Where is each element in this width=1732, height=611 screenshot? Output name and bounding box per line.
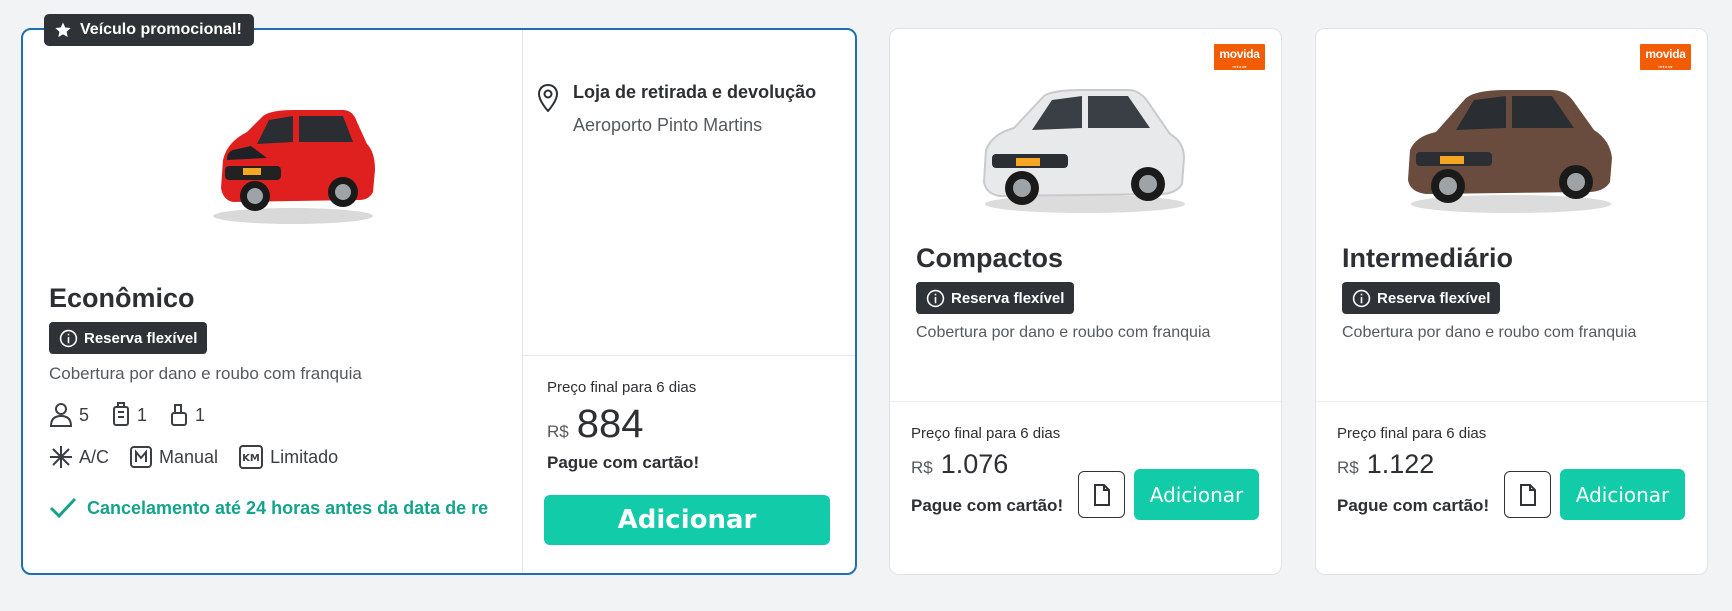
price: R$ 884 <box>547 402 644 446</box>
document-icon <box>1093 483 1110 506</box>
category-title: Compactos <box>916 243 1064 273</box>
specs-row-1: 5 1 1 <box>49 402 227 428</box>
person-icon <box>49 403 73 427</box>
coverage-text: Cobertura por dano e roubo com franquia <box>916 324 1211 341</box>
category-title: Econômico <box>49 283 195 313</box>
badge-label: Reserva flexível <box>84 329 198 347</box>
location-pin-icon <box>537 84 559 112</box>
price-divider <box>523 355 855 356</box>
car-image-economico <box>213 110 375 224</box>
payment-note: Pague com cartão! <box>911 496 1064 515</box>
document-icon <box>1519 483 1536 506</box>
details-button[interactable] <box>1078 471 1125 518</box>
snowflake-icon <box>50 446 72 468</box>
movida-logo: movida rent a car <box>1214 44 1265 70</box>
price: R$ 1.076 <box>911 449 1009 479</box>
promo-label: Veículo promocional! <box>80 21 242 38</box>
car-image-compactos <box>982 89 1186 213</box>
featured-car-card: Econômico Reserva flexível Cobertura por… <box>21 28 857 575</box>
price-divider <box>1316 401 1707 402</box>
car-card-compactos: movida rent a car Compactos Reserva flexí… <box>889 28 1282 575</box>
seats-spec: 5 <box>49 402 89 428</box>
svg-text:KM: KM <box>242 453 260 464</box>
badge-label: Reserva flexível <box>1377 289 1491 307</box>
star-icon <box>55 22 71 38</box>
mileage-spec: KM Limitado <box>238 444 338 470</box>
flexible-booking-badge[interactable]: Reserva flexível <box>1342 282 1501 314</box>
coverage-text: Cobertura por dano e roubo com franquia <box>49 364 362 383</box>
cancellation-policy: Cancelamento até 24 horas antes da data … <box>49 496 519 520</box>
add-button[interactable]: Adicionar <box>1560 469 1685 520</box>
details-button[interactable] <box>1504 471 1551 518</box>
info-icon <box>1352 289 1371 307</box>
coverage-text: Cobertura por dano e roubo com franquia <box>1342 324 1637 341</box>
promo-tag: Veículo promocional! <box>44 14 254 46</box>
payment-note: Pague com cartão! <box>1337 496 1490 515</box>
price-label: Preço final para 6 dias <box>1337 425 1487 442</box>
add-button[interactable]: Adicionar <box>1134 469 1259 520</box>
km-icon: KM <box>239 445 264 469</box>
large-bag-spec: 1 <box>111 402 147 428</box>
pickup-location: Loja de retirada e devolução Aeroporto P… <box>537 82 816 136</box>
info-icon <box>926 289 945 307</box>
specs-row-2: A/C Manual KM Limitado <box>49 444 360 470</box>
movida-logo: movida rent a car <box>1640 44 1691 70</box>
bag-icon <box>171 404 188 426</box>
flexible-booking-badge[interactable]: Reserva flexível <box>49 322 208 354</box>
card-divider <box>522 30 523 573</box>
price-amount: 1.122 <box>1366 449 1435 479</box>
price-label: Preço final para 6 dias <box>911 425 1061 442</box>
transmission-spec: Manual <box>129 445 218 469</box>
manual-gear-icon <box>130 446 153 468</box>
info-icon <box>59 329 78 347</box>
luggage-icon <box>113 402 130 426</box>
price: R$ 1.122 <box>1337 449 1435 479</box>
ac-spec: A/C <box>49 445 109 469</box>
add-button[interactable]: Adicionar <box>544 495 830 545</box>
price-amount: 1.076 <box>940 449 1009 479</box>
car-image-intermediario <box>1408 90 1612 213</box>
category-title: Intermediário <box>1342 243 1514 273</box>
location-title: Loja de retirada e devolução <box>573 82 817 102</box>
badge-label: Reserva flexível <box>951 289 1065 307</box>
price-label: Preço final para 6 dias <box>547 379 697 396</box>
payment-note: Pague com cartão! <box>547 453 700 472</box>
price-divider <box>890 401 1281 402</box>
flexible-booking-badge[interactable]: Reserva flexível <box>916 282 1075 314</box>
small-bag-spec: 1 <box>169 402 205 428</box>
location-name: Aeroporto Pinto Martins <box>573 115 763 135</box>
car-card-intermediario: movida rent a car Intermediário Reserva f… <box>1315 28 1708 575</box>
price-amount: 884 <box>576 402 644 446</box>
check-icon <box>49 497 77 519</box>
